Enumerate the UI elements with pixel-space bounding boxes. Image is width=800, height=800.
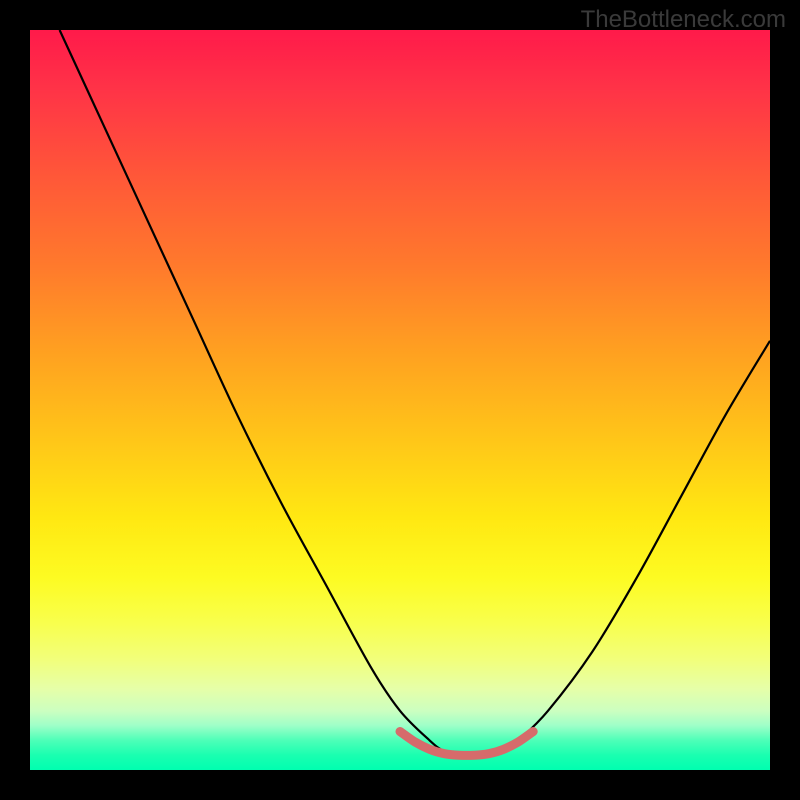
watermark-text: TheBottleneck.com [581, 6, 786, 34]
chart-svg [30, 30, 770, 770]
sweet-spot-marker [400, 732, 533, 756]
bottleneck-curve [60, 30, 770, 755]
plot-area [30, 30, 770, 770]
